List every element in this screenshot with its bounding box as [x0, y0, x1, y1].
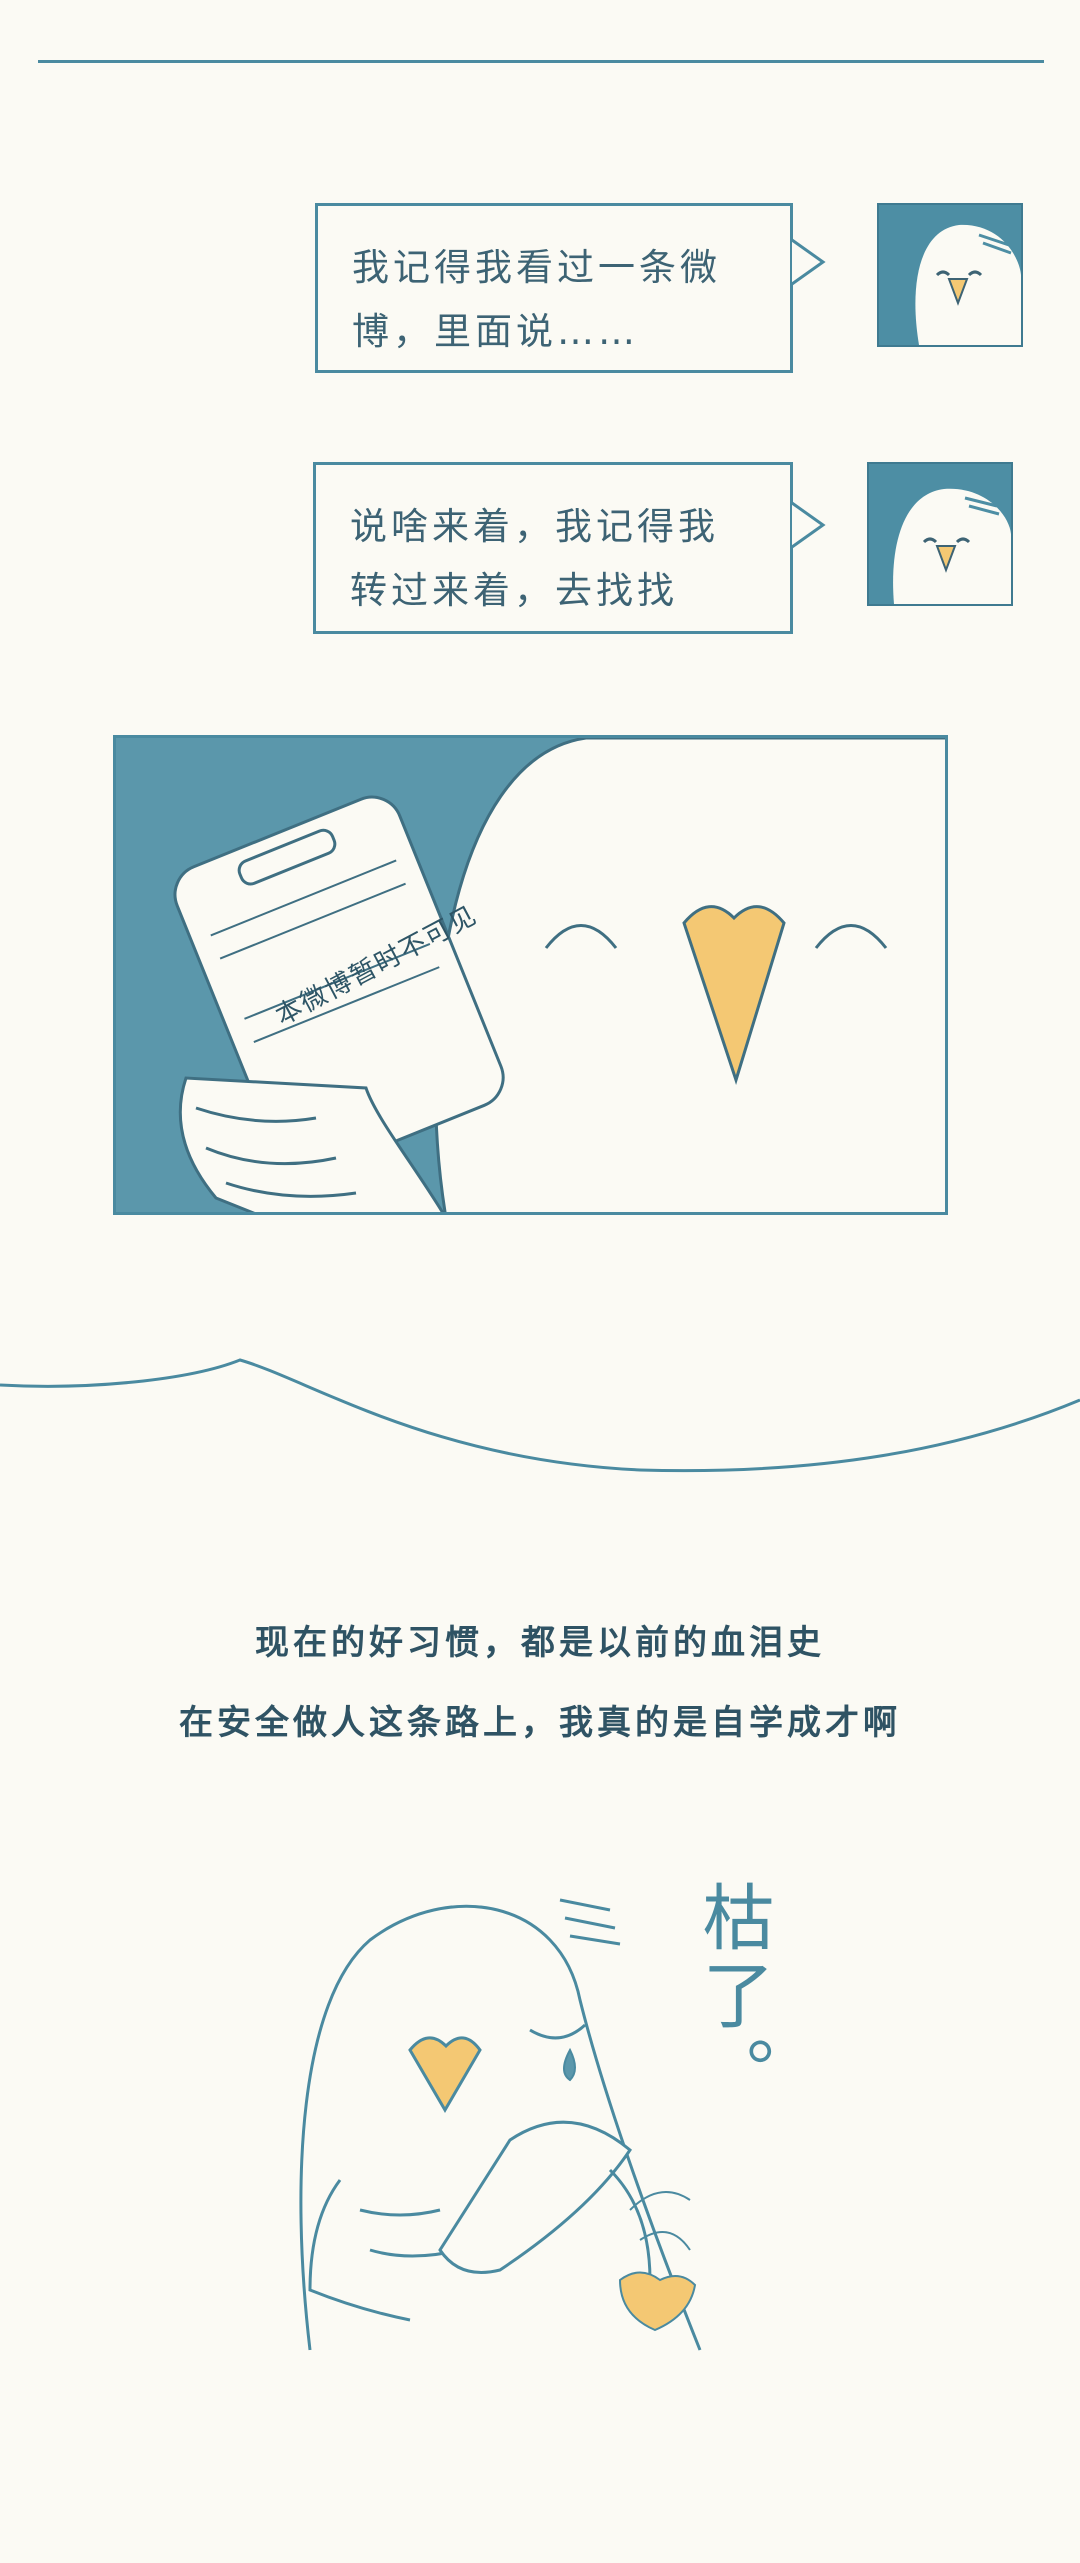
speech-bubble-2-text: 说啥来着，我记得我 转过来着，去找找 — [350, 505, 719, 612]
bird-face-icon — [915, 224, 1021, 345]
bird-avatar-2 — [867, 462, 1013, 606]
speech-bubble-1-tail — [791, 238, 826, 286]
bird-avatar-1 — [877, 203, 1023, 347]
handwritten-text: 枯了。 — [690, 1880, 774, 2114]
top-divider — [38, 60, 1044, 63]
speech-bubble-2-tail — [791, 501, 826, 549]
caption-line-1: 现在的好习惯，都是以前的血泪史 — [255, 1623, 825, 1663]
comic-panel — [113, 735, 948, 1215]
speech-bubble-1: 我记得我看过一条微 博，里面说…… — [315, 203, 793, 373]
bird-face-icon — [893, 488, 1011, 604]
panel-illustration — [116, 738, 945, 1212]
speech-bubble-2: 说啥来着，我记得我 转过来着，去找找 — [313, 462, 793, 634]
wavy-divider — [0, 1358, 1080, 1473]
caption-line-2: 在安全做人这条路上，我真的是自学成才啊 — [179, 1703, 901, 1743]
speech-bubble-1-text: 我记得我看过一条微 博，里面说…… — [352, 246, 721, 353]
